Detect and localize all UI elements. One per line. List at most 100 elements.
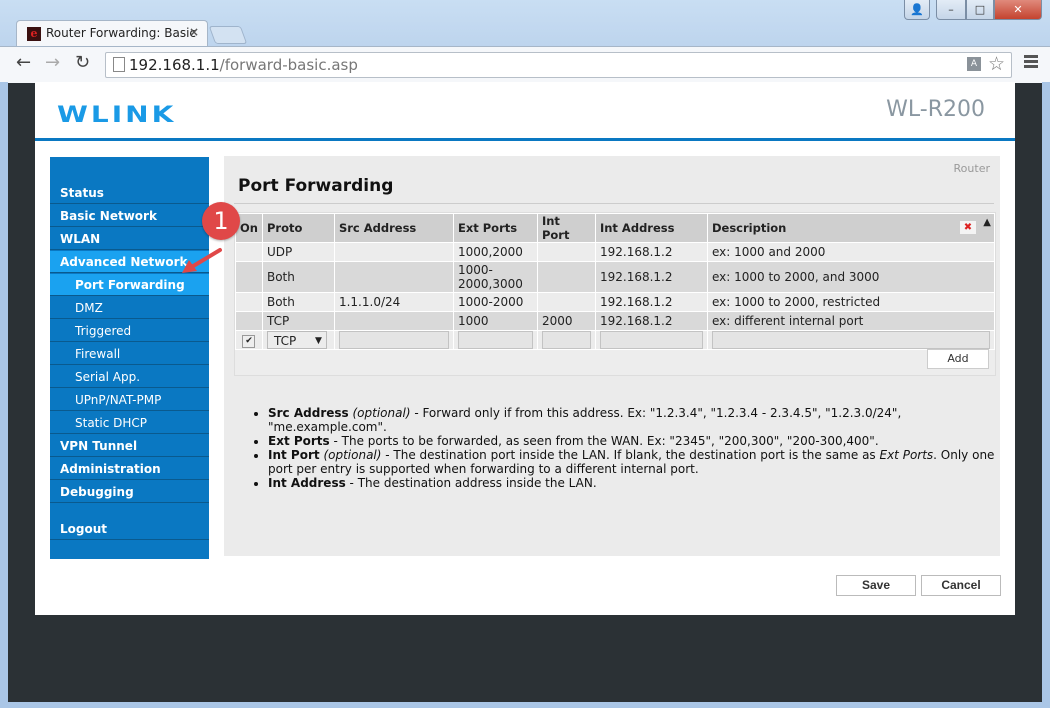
table-row[interactable]: TCP 1000 2000 192.168.1.2 ex: different inte…: [235, 311, 996, 331]
proto-select-value: TCP: [273, 334, 297, 348]
tab-close-icon[interactable]: ×: [189, 25, 199, 39]
sidebar-item-status[interactable]: Status: [50, 182, 209, 204]
sidebar-item-firewall[interactable]: Firewall: [50, 343, 209, 365]
wlink-logo: WLINK: [57, 101, 177, 128]
sidebar-item-static-dhcp[interactable]: Static DHCP: [50, 412, 209, 434]
window-controls: 👤 – □ ✕: [904, 0, 1042, 20]
save-button[interactable]: Save: [836, 575, 916, 596]
note-optional: (optional): [323, 448, 382, 462]
description-header-label: Description: [711, 221, 787, 235]
reload-icon[interactable]: ↻: [75, 52, 90, 73]
url-host: 192.168.1.1: [129, 56, 220, 74]
sidebar-nav: Status Basic Network WLAN Advanced Network P…: [50, 157, 209, 559]
int-address-cell: 192.168.1.2: [594, 261, 708, 293]
browser-tab[interactable]: e Router Forwarding: Basic ×: [16, 20, 208, 47]
description-cell: ex: 1000 to 2000, restricted: [706, 292, 996, 312]
forward-arrow-icon[interactable]: →: [45, 52, 60, 73]
user-icon: 👤: [910, 3, 924, 16]
translate-icon[interactable]: A: [967, 57, 981, 71]
new-rule-row: ✔ TCP ▼: [235, 330, 996, 350]
minimize-button[interactable]: –: [936, 0, 966, 20]
ext-ports-input[interactable]: [457, 331, 533, 349]
router-page: WLINK WL-R200 Status Basic Network WLAN Adv…: [35, 82, 1015, 615]
window-frame-bottom: [0, 702, 1050, 708]
note-text: - The destination port inside the LAN. I…: [381, 448, 880, 462]
proto-cell: TCP: [261, 311, 335, 331]
browser-chrome: e Router Forwarding: Basic × 👤 – □ ✕ ← →…: [0, 0, 1050, 83]
col-header-description[interactable]: Description ✖ ▲: [706, 213, 996, 243]
content-panel: Router Port Forwarding On Proto Src Addr…: [224, 156, 1000, 556]
delete-icon[interactable]: ✖: [960, 221, 976, 234]
description-input[interactable]: [711, 331, 990, 349]
help-note: Src Address (optional) - Forward only if…: [268, 406, 1008, 434]
address-bar[interactable]: 192.168.1.1/forward-basic.asp A ☆: [105, 52, 1012, 78]
sidebar-item-port-forwarding[interactable]: Port Forwarding: [50, 274, 209, 296]
int-address-input[interactable]: [599, 331, 703, 349]
bookmark-star-icon[interactable]: ☆: [988, 53, 1005, 75]
proto-cell: Both: [261, 292, 335, 312]
back-arrow-icon[interactable]: ←: [16, 52, 31, 73]
cancel-button[interactable]: Cancel: [921, 575, 1001, 596]
sidebar-item-upnp-nat-pmp[interactable]: UPnP/NAT-PMP: [50, 389, 209, 411]
sidebar-item-triggered[interactable]: Triggered: [50, 320, 209, 342]
on-cell: [235, 292, 263, 312]
note-term: Ext Ports: [268, 434, 330, 448]
on-cell: [235, 242, 263, 262]
int-address-cell: 192.168.1.2: [594, 242, 708, 262]
int-port-cell: 2000: [536, 311, 596, 331]
ext-ports-cell: 1000-2000: [452, 292, 538, 312]
breadcrumb: Router: [953, 162, 990, 175]
src-address-input[interactable]: [338, 331, 449, 349]
src-address-cell: 1.1.1.0/24: [333, 292, 454, 312]
col-header-proto[interactable]: Proto: [261, 213, 335, 243]
annotation-arrow-icon: [182, 248, 222, 273]
int-address-cell: 192.168.1.2: [594, 292, 708, 312]
int-port-cell: [536, 242, 596, 262]
on-cell: [235, 261, 263, 293]
note-text: - The ports to be forwarded, as seen fro…: [329, 434, 879, 448]
note-term: Int Port: [268, 448, 320, 462]
on-cell: [235, 311, 263, 331]
description-cell: ex: 1000 to 2000, and 3000: [706, 261, 996, 293]
proto-select[interactable]: TCP ▼: [266, 331, 327, 349]
tab-title: Router Forwarding: Basic: [46, 26, 197, 40]
sidebar-item-basic-network[interactable]: Basic Network: [50, 205, 209, 227]
table-row[interactable]: UDP 1000,2000 192.168.1.2 ex: 1000 and 2000: [235, 242, 996, 262]
col-header-int-port[interactable]: Int Port: [536, 213, 596, 243]
new-tab-button[interactable]: [208, 26, 248, 44]
enabled-checkbox[interactable]: ✔: [242, 335, 256, 348]
user-profile-button[interactable]: 👤: [904, 0, 930, 20]
model-name: WL-R200: [886, 97, 985, 122]
annotation-badge: 1: [202, 202, 240, 240]
note-emphasis: Ext Ports: [879, 448, 934, 462]
url-text: 192.168.1.1/forward-basic.asp: [129, 56, 358, 74]
table-row[interactable]: Both 1000-2000,3000 192.168.1.2 ex: 1000 to…: [235, 261, 996, 293]
src-address-cell: [333, 311, 454, 331]
sidebar-item-serial-app[interactable]: Serial App.: [50, 366, 209, 388]
col-header-int-address[interactable]: Int Address: [594, 213, 708, 243]
src-address-cell: [333, 242, 454, 262]
col-header-src-address[interactable]: Src Address: [333, 213, 454, 243]
maximize-button[interactable]: □: [966, 0, 994, 20]
description-cell: ex: different internal port: [706, 311, 996, 331]
int-port-cell: [536, 292, 596, 312]
sort-arrow-icon[interactable]: ▲: [983, 217, 991, 228]
col-header-ext-ports[interactable]: Ext Ports: [452, 213, 538, 243]
title-divider: [234, 203, 994, 204]
browser-toolbar: ← → ↻ 192.168.1.1/forward-basic.asp A ☆: [0, 46, 1050, 83]
sidebar-item-dmz[interactable]: DMZ: [50, 297, 209, 319]
grid-header-row: On Proto Src Address Ext Ports Int Port …: [235, 213, 996, 243]
sidebar-item-administration[interactable]: Administration: [50, 458, 209, 480]
int-address-cell: 192.168.1.2: [594, 311, 708, 331]
table-row[interactable]: Both 1.1.1.0/24 1000-2000 192.168.1.2 ex: 10…: [235, 292, 996, 312]
dropdown-arrow-icon: ▼: [315, 336, 322, 346]
browser-menu-icon[interactable]: [1024, 55, 1038, 70]
sidebar-item-logout[interactable]: Logout: [50, 518, 209, 540]
close-window-button[interactable]: ✕: [994, 0, 1042, 20]
note-text: - The destination address inside the LAN…: [345, 476, 597, 490]
sidebar-item-vpn-tunnel[interactable]: VPN Tunnel: [50, 435, 209, 457]
window-frame-right: [1042, 82, 1050, 708]
add-button[interactable]: Add: [927, 349, 989, 369]
sidebar-item-debugging[interactable]: Debugging: [50, 481, 209, 503]
int-port-input[interactable]: [541, 331, 591, 349]
